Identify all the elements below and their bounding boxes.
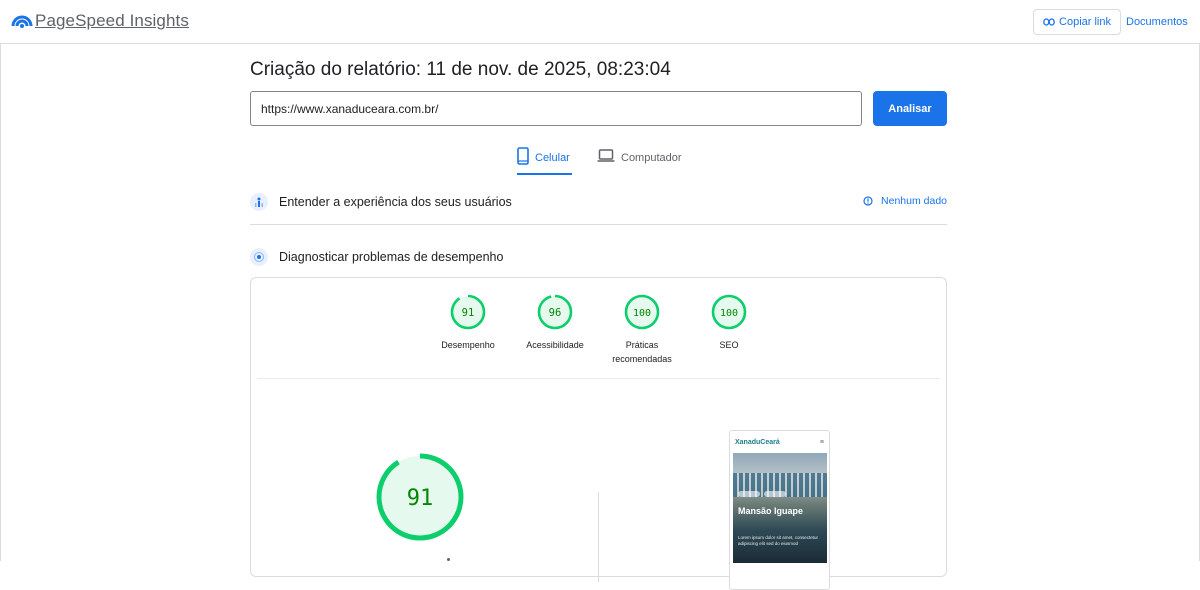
gauge-score-value: 100 — [633, 308, 651, 319]
experience-section-title: Entender a experiência dos seus usuários — [279, 195, 512, 209]
top-header: PageSpeed Insights Copiar link Documento… — [0, 0, 1200, 44]
gauge-ring-icon: 96 — [537, 294, 573, 330]
experience-section-header: Entender a experiência dos seus usuários… — [250, 192, 947, 212]
pagespeed-logo-icon[interactable] — [11, 10, 33, 32]
no-data-indicator[interactable]: Nenhum dado — [863, 195, 947, 207]
gauge-ring-icon: 91 — [450, 294, 486, 330]
score-gauge-seo[interactable]: 100 SEO — [684, 294, 774, 352]
link-icon — [1043, 18, 1055, 26]
gauge-score-value: 100 — [720, 308, 738, 319]
scores-card: 91 Desempenho 96 Acessibilidade 100 Prát… — [250, 277, 947, 590]
brand-link[interactable]: PageSpeed Insights — [35, 11, 189, 31]
info-icon — [863, 196, 873, 206]
diagnose-section-title: Diagnosticar problemas de desempenho — [279, 250, 504, 264]
copy-link-button[interactable]: Copiar link — [1033, 9, 1121, 35]
gauge-ring-icon: 100 — [624, 294, 660, 330]
gauge-score-value: 91 — [462, 307, 475, 319]
preview-brand: XanaduCeará — [735, 438, 780, 446]
analyze-button[interactable]: Analisar — [873, 91, 947, 126]
diagnose-section-header: Diagnosticar problemas de desempenho — [250, 247, 947, 267]
hamburger-menu-icon: ≡ — [819, 438, 824, 446]
diagnose-icon — [250, 248, 268, 266]
laptop-icon — [597, 149, 615, 162]
score-gauge-best-practices[interactable]: 100 Práticas recomendadas — [597, 294, 687, 366]
section-divider — [250, 224, 947, 225]
preview-chip — [764, 491, 786, 497]
gauge-label: Desempenho — [441, 340, 495, 350]
users-experience-icon — [250, 193, 268, 211]
score-gauge-performance[interactable]: 91 Desempenho — [423, 294, 513, 352]
tab-mobile[interactable]: Celular — [517, 147, 572, 175]
docs-link[interactable]: Documentos — [1126, 16, 1188, 28]
preview-hero-image: Mansão Iguape Lorem ipsum dolor sit amet… — [733, 453, 827, 563]
tab-desktop[interactable]: Computador — [597, 147, 682, 175]
tab-mobile-label: Celular — [535, 152, 570, 164]
gauge-score-value: 96 — [549, 307, 562, 319]
tab-desktop-label: Computador — [621, 152, 682, 164]
preview-chip — [738, 491, 760, 497]
url-input[interactable] — [250, 91, 862, 126]
smartphone-icon — [517, 147, 529, 165]
gauge-ring-icon: 100 — [711, 294, 747, 330]
gauge-label: Acessibilidade — [526, 340, 584, 350]
score-gauge-accessibility[interactable]: 96 Acessibilidade — [510, 294, 600, 352]
report-title: Criação do relatório: 11 de nov. de 2025… — [250, 59, 671, 80]
card-divider — [257, 378, 940, 379]
vertical-divider — [598, 492, 599, 582]
preview-headline: Mansão Iguape — [738, 506, 804, 516]
preview-header: XanaduCeará ≡ — [730, 431, 829, 453]
main-score-value: 91 — [407, 486, 434, 511]
copy-link-label: Copiar link — [1059, 16, 1111, 28]
page-screenshot-preview: XanaduCeará ≡ Mansão Iguape Lorem ipsum … — [729, 430, 830, 590]
preview-body-text: Lorem ipsum dolor sit amet, consectetur … — [738, 535, 819, 546]
no-data-label: Nenhum dado — [881, 195, 947, 207]
gauge-label: Práticas recomendadas — [612, 340, 672, 364]
gauge-label: SEO — [719, 340, 739, 350]
main-score-gauge: 91 — [376, 453, 464, 541]
